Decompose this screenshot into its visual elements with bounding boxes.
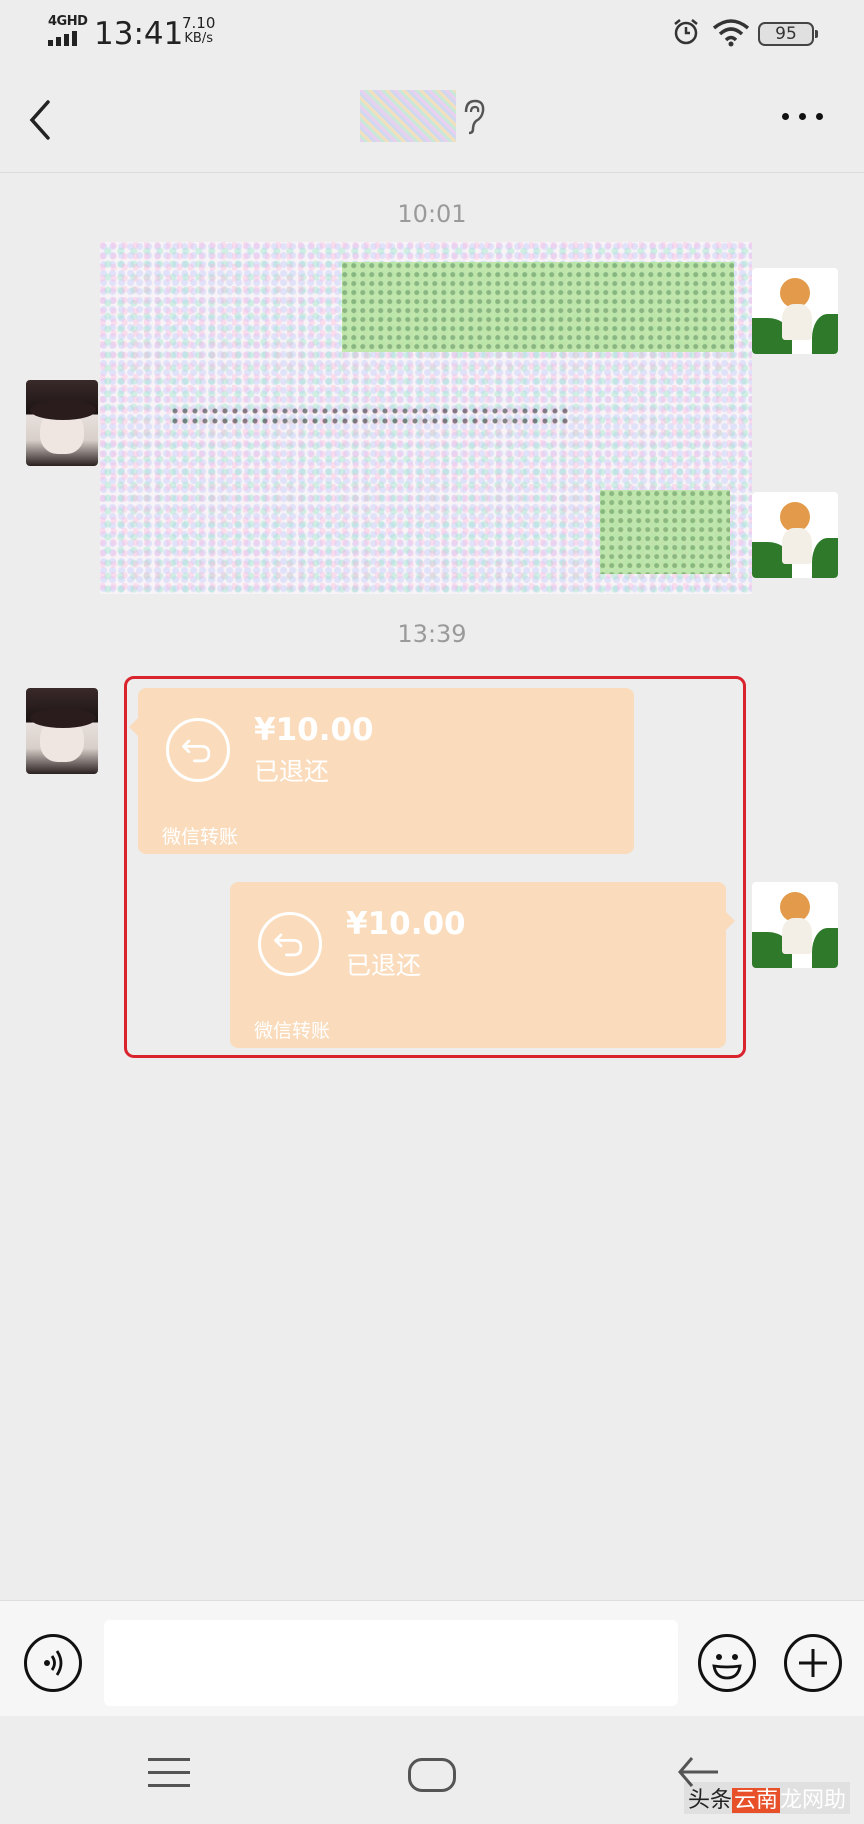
network-speed: 7.10 KB/s [182,14,216,47]
signal-icon [48,30,84,46]
speed-value: 7.10 [182,14,216,32]
highlight-box [124,676,746,1058]
emoji-icon [712,1654,742,1680]
timestamp: 13:39 [397,620,467,648]
contact-avatar[interactable] [26,380,98,466]
my-avatar[interactable] [752,268,838,354]
battery-indicator: 95 [758,22,818,46]
watermark: 头条云南龙网助 [684,1782,851,1814]
my-avatar[interactable] [752,882,838,968]
contact-name-mosaic [360,90,456,142]
voice-button[interactable] [24,1634,82,1692]
menu-icon[interactable] [148,1758,190,1788]
network-type: 4GHD [48,14,88,29]
mosaic-outgoing-message [342,262,734,352]
back-arrow-icon[interactable] [26,98,56,142]
contact-avatar[interactable] [26,688,98,774]
speed-unit: KB/s [184,31,213,46]
voice-icon [44,1650,63,1676]
more-functions-button[interactable] [784,1634,842,1692]
wifi-icon [712,19,750,47]
plus-icon [799,1649,827,1677]
timestamp: 10:01 [397,200,467,228]
home-icon[interactable] [408,1758,456,1792]
clock: 13:41 [94,16,184,52]
emoji-button[interactable] [698,1634,756,1692]
more-options-button[interactable] [782,110,826,122]
status-bar: 4GHD 13:41 7.10 KB/s 95 [0,0,864,66]
message-input[interactable] [104,1620,678,1706]
my-avatar[interactable] [752,492,838,578]
mosaic-incoming-message [170,406,570,426]
alarm-icon [674,19,698,45]
ear-icon [464,99,485,135]
mosaic-outgoing-message [600,490,730,574]
more-dots-icon [782,113,789,120]
